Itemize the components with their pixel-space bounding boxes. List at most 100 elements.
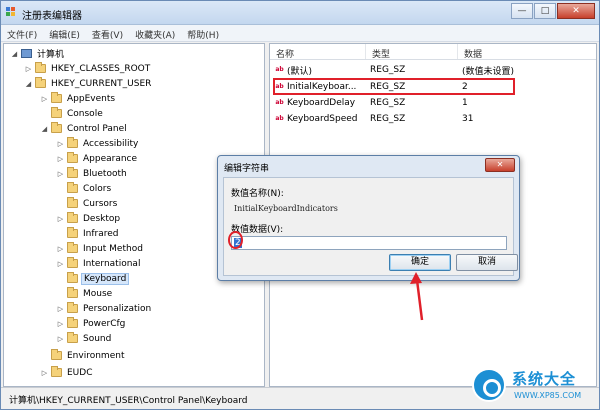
annotation-arrow-icon [410,272,424,321]
tree-item-control-panel[interactable]: ◢ Control Panel [40,121,129,136]
tree-label: Environment [67,350,125,361]
watermark-url: WWW.XP85.COM [514,391,582,400]
tree-item-hkcr[interactable]: ▷ HKEY_CLASSES_ROOT [24,61,152,76]
ok-button[interactable]: 确定 [389,254,451,271]
folder-icon [35,77,46,88]
folder-icon [67,227,78,238]
list-row-default[interactable]: ab (默认) REG_SZ (数值未设置) [270,62,596,78]
tree-label: Input Method [83,243,143,254]
tree-item-sound[interactable]: ▷ Sound [56,331,113,346]
tree-label: PowerCfg [83,318,126,329]
expand-icon[interactable]: ▷ [56,320,65,328]
annotation-circle [228,231,243,249]
column-header-type[interactable]: 类型 [366,44,458,60]
expand-icon[interactable]: ▷ [56,155,65,163]
tree-item-infrared[interactable]: Infrared [56,226,121,241]
expand-icon[interactable]: ▷ [40,95,49,103]
tree-item-hkcu[interactable]: ◢ HKEY_CURRENT_USER [24,76,153,91]
cancel-button[interactable]: 取消 [456,254,518,271]
tree-label: Accessibility [83,138,139,149]
expand-icon[interactable]: ▷ [56,305,65,313]
list-header: 名称 类型 数据 [270,44,596,60]
list-row-keyboard-speed[interactable]: ab KeyboardSpeed REG_SZ 31 [270,111,596,127]
tree-item-eudc[interactable]: ▷ EUDC [40,365,95,380]
folder-icon [51,92,62,103]
value-data: (数值未设置) [462,66,515,77]
tree-item-environment[interactable]: Environment [40,348,126,363]
title-bar: 注册表编辑器 — □ ✕ [1,1,599,25]
collapse-icon[interactable]: ◢ [40,125,49,133]
menu-file[interactable]: 文件(F) [1,25,43,41]
folder-icon [67,152,78,163]
value-name: KeyboardDelay [287,98,356,108]
window-controls: — □ ✕ [510,3,595,20]
menu-edit[interactable]: 编辑(E) [43,25,86,41]
column-header-name[interactable]: 名称 [270,44,366,60]
expand-icon[interactable]: ▷ [24,65,33,73]
value-type: REG_SZ [370,82,406,92]
string-value-icon: ab [275,83,284,90]
column-header-data[interactable]: 数据 [458,44,594,60]
value-type: REG_SZ [370,114,406,124]
close-button[interactable]: ✕ [557,3,595,19]
folder-icon [67,182,78,193]
value-type: REG_SZ [370,98,406,108]
list-row-initial-keyboard[interactable]: ab InitialKeyboar... REG_SZ 2 [270,79,596,95]
value-name: KeyboardSpeed [287,114,358,124]
tree-item-bluetooth[interactable]: ▷ Bluetooth [56,166,129,181]
minimize-button[interactable]: — [511,3,533,19]
tree-item-appearance[interactable]: ▷ Appearance [56,151,139,166]
list-row-keyboard-delay[interactable]: ab KeyboardDelay REG_SZ 1 [270,95,596,111]
window-title: 注册表编辑器 [22,11,82,22]
tree-item-input-method[interactable]: ▷ Input Method [56,241,145,256]
tree-item-international[interactable]: ▷ International [56,256,142,271]
tree-label: Cursors [83,198,118,209]
tree-label: EUDC [67,367,93,378]
expand-icon[interactable]: ▷ [56,170,65,178]
tree-item-powercfg[interactable]: ▷ PowerCfg [56,316,127,331]
tree-label: Sound [83,333,112,344]
folder-icon [67,302,78,313]
tree-label: Personalization [83,303,152,314]
folder-icon [67,257,78,268]
value-data: 2 [462,82,468,92]
value-name: InitialKeyboar... [287,82,357,92]
tree-label: Keyboard [81,272,130,285]
menu-view[interactable]: 查看(V) [86,25,129,41]
expand-icon[interactable]: ▷ [56,215,65,223]
expand-icon[interactable]: ▷ [40,369,49,377]
folder-icon [67,242,78,253]
collapse-icon[interactable]: ◢ [10,50,19,58]
expand-icon[interactable]: ▷ [56,245,65,253]
value-data: 1 [462,98,468,108]
tree-item-personalization[interactable]: ▷ Personalization [56,301,153,316]
tree-item-computer[interactable]: ◢ 计算机 [10,46,66,61]
folder-icon [67,167,78,178]
tree-item-accessibility[interactable]: ▷ Accessibility [56,136,140,151]
folder-icon [51,366,62,377]
folder-icon [51,349,62,360]
maximize-button[interactable]: □ [534,3,556,19]
tree-item-colors[interactable]: Colors [56,181,113,196]
menu-help[interactable]: 帮助(H) [181,25,225,41]
folder-icon [67,212,78,223]
folder-icon [67,317,78,328]
menu-favorites[interactable]: 收藏夹(A) [129,25,181,41]
value-data-input[interactable]: 2 [231,236,507,250]
expand-icon[interactable]: ▷ [56,335,65,343]
tree-item-mouse[interactable]: Mouse [56,286,114,301]
value-name: (默认) [287,66,313,77]
tree-item-keyboard[interactable]: Keyboard [56,271,130,286]
tree-item-console[interactable]: Console [40,106,105,121]
collapse-icon[interactable]: ◢ [24,80,33,88]
tree-item-desktop[interactable]: ▷ Desktop [56,211,122,226]
tree-item-appevents[interactable]: ▷ AppEvents [40,91,117,106]
expand-icon[interactable]: ▷ [56,260,65,268]
dialog-close-button[interactable]: ✕ [485,158,515,172]
tree-label: HKEY_CURRENT_USER [51,78,152,89]
tree-item-cursors[interactable]: Cursors [56,196,119,211]
tree-label: Infrared [83,228,119,239]
tree-label: Bluetooth [83,168,127,179]
expand-icon[interactable]: ▷ [56,140,65,148]
tree-label: Appearance [83,153,138,164]
